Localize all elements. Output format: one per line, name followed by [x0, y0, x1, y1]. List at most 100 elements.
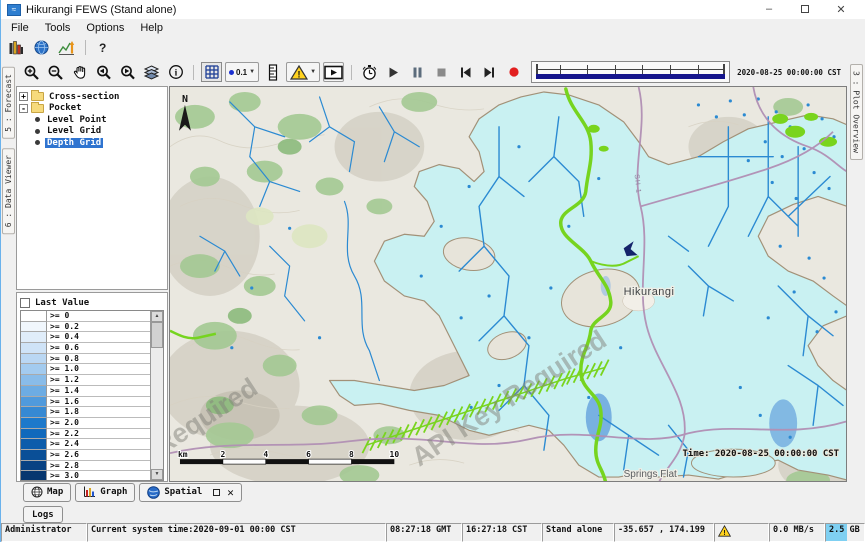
tab-map[interactable]: Map [23, 483, 71, 502]
stop-button[interactable] [431, 62, 452, 82]
zoom-in-icon [23, 64, 40, 81]
legend-label: >= 3.0 [47, 471, 150, 479]
tab-close-icon[interactable]: ✕ [227, 486, 234, 499]
tree-item-pocket[interactable]: -Pocket [19, 103, 165, 115]
map-toolbar: i 0.1▼ !▼ [15, 58, 847, 86]
spatial-globe-icon [147, 486, 160, 499]
time-series-button[interactable] [56, 38, 76, 57]
legend-label: >= 0.2 [47, 322, 150, 333]
movie-export-button[interactable] [323, 62, 344, 82]
legend-row: >= 2.0 [21, 418, 150, 429]
menu-help[interactable]: Help [132, 20, 171, 36]
explorer-button[interactable] [6, 38, 26, 57]
status-cst-time: 16:27:18 CST [462, 523, 542, 542]
previous-frame-button[interactable] [455, 62, 476, 82]
map-globe-icon [31, 486, 43, 498]
expand-icon[interactable]: + [19, 92, 28, 101]
legend-label: >= 0 [47, 311, 150, 322]
tab-spatial-label: Spatial [164, 487, 202, 497]
tab-spatial[interactable]: Spatial ✕ [139, 483, 242, 502]
zoom-out-icon [47, 64, 64, 81]
time-series-icon [58, 40, 75, 56]
legend-label: >= 2.4 [47, 439, 150, 450]
collapse-icon[interactable]: - [19, 104, 28, 113]
logs-button[interactable]: Logs [23, 506, 63, 523]
legend-label: >= 0.8 [47, 354, 150, 365]
skip-forward-icon [483, 66, 497, 79]
info-button[interactable]: i [165, 62, 186, 82]
threshold-dropdown[interactable]: 0.1▼ [225, 62, 259, 82]
node-bullet-icon [35, 117, 40, 122]
timer-button[interactable] [359, 62, 380, 82]
bottom-tab-bar: Map Graph Spatial ✕ [1, 482, 865, 503]
warning-icon: ! [718, 525, 731, 537]
timeline-tick [642, 65, 643, 74]
warnings-dropdown[interactable]: !▼ [286, 62, 320, 82]
pause-button[interactable] [407, 62, 428, 82]
help-button[interactable]: ? [95, 41, 110, 55]
legend-row: >= 2.8 [21, 461, 150, 472]
spatial-display-button[interactable] [31, 38, 51, 57]
zoom-next-button[interactable] [117, 62, 138, 82]
legend-swatch [21, 354, 47, 365]
legend-label: >= 2.6 [47, 450, 150, 461]
legend-label: >= 1.4 [47, 386, 150, 397]
toolbar-separator [351, 65, 352, 80]
menu-tools[interactable]: Tools [37, 20, 79, 36]
scroll-up-icon[interactable]: ▲ [151, 311, 163, 322]
scroll-down-icon[interactable]: ▼ [151, 469, 163, 480]
timeline-range-bar[interactable] [536, 74, 725, 79]
legend-row: >= 1.6 [21, 397, 150, 408]
timeline-slider[interactable] [531, 61, 730, 83]
grid-display-button[interactable] [201, 62, 222, 82]
locality-label-springs-flat: Springs Flat [624, 469, 677, 480]
close-button[interactable]: ✕ [823, 3, 859, 16]
tree-item-level-point[interactable]: Level Point [19, 114, 165, 126]
legend-row: >= 0.6 [21, 343, 150, 354]
play-button[interactable] [383, 62, 404, 82]
zoom-in-button[interactable] [21, 62, 42, 82]
pan-button[interactable] [69, 62, 90, 82]
legend-label: >= 0.6 [47, 343, 150, 354]
panel-tab-data-viewer[interactable]: 6 : Data Viewer [2, 148, 15, 234]
legend-row: >= 2.2 [21, 429, 150, 440]
legend-swatch [21, 364, 47, 375]
legend-label: >= 1.0 [47, 364, 150, 375]
zoom-out-button[interactable] [45, 62, 66, 82]
legend-swatch [21, 375, 47, 386]
menu-options[interactable]: Options [78, 20, 132, 36]
next-frame-button[interactable] [479, 62, 500, 82]
tree-item-depth-grid[interactable]: Depth Grid [19, 137, 165, 149]
tab-maximize-icon[interactable] [213, 489, 220, 496]
tab-graph-label: Graph [100, 487, 127, 497]
legend-scrollbar[interactable]: ▲ ▼ [150, 311, 163, 480]
layers-button[interactable] [141, 62, 162, 82]
tab-graph[interactable]: Graph [75, 483, 135, 502]
right-panel-strip: 3 : Plot Overview [847, 58, 865, 482]
maximize-button[interactable] [787, 3, 823, 16]
panel-tab-forecast[interactable]: 5 : Forecast [2, 67, 15, 139]
tree-item-cross-section[interactable]: +Cross-section [19, 91, 165, 103]
folder-icon [31, 104, 44, 113]
legend-row: >= 0.4 [21, 332, 150, 343]
timeline-datetime: 2020-08-25 00:00:00 CST [737, 68, 843, 77]
logs-row: Logs [1, 503, 865, 524]
record-button[interactable] [503, 62, 524, 82]
tree-item-level-grid[interactable]: Level Grid [19, 126, 165, 138]
panel-tab-plot-overview[interactable]: 3 : Plot Overview [850, 64, 863, 160]
minimize-button[interactable]: – [751, 3, 787, 16]
zoom-previous-button[interactable] [93, 62, 114, 82]
chevron-down-icon: ▼ [310, 69, 316, 75]
timer-icon [361, 64, 378, 81]
status-user: Administrator [1, 523, 87, 542]
vertical-profile-button[interactable] [262, 62, 283, 82]
legend-row: >= 0.8 [21, 354, 150, 365]
legend-swatch [21, 343, 47, 354]
map-view[interactable]: API Key Required API Key Required Hikura… [169, 86, 847, 482]
movie-icon [324, 65, 343, 80]
last-value-checkbox[interactable] [20, 298, 30, 308]
menu-file[interactable]: File [3, 20, 37, 36]
chevron-down-icon: ▼ [249, 69, 255, 75]
scroll-thumb[interactable] [151, 322, 163, 348]
map-svg: API Key Required API Key Required Hikura… [170, 87, 847, 482]
